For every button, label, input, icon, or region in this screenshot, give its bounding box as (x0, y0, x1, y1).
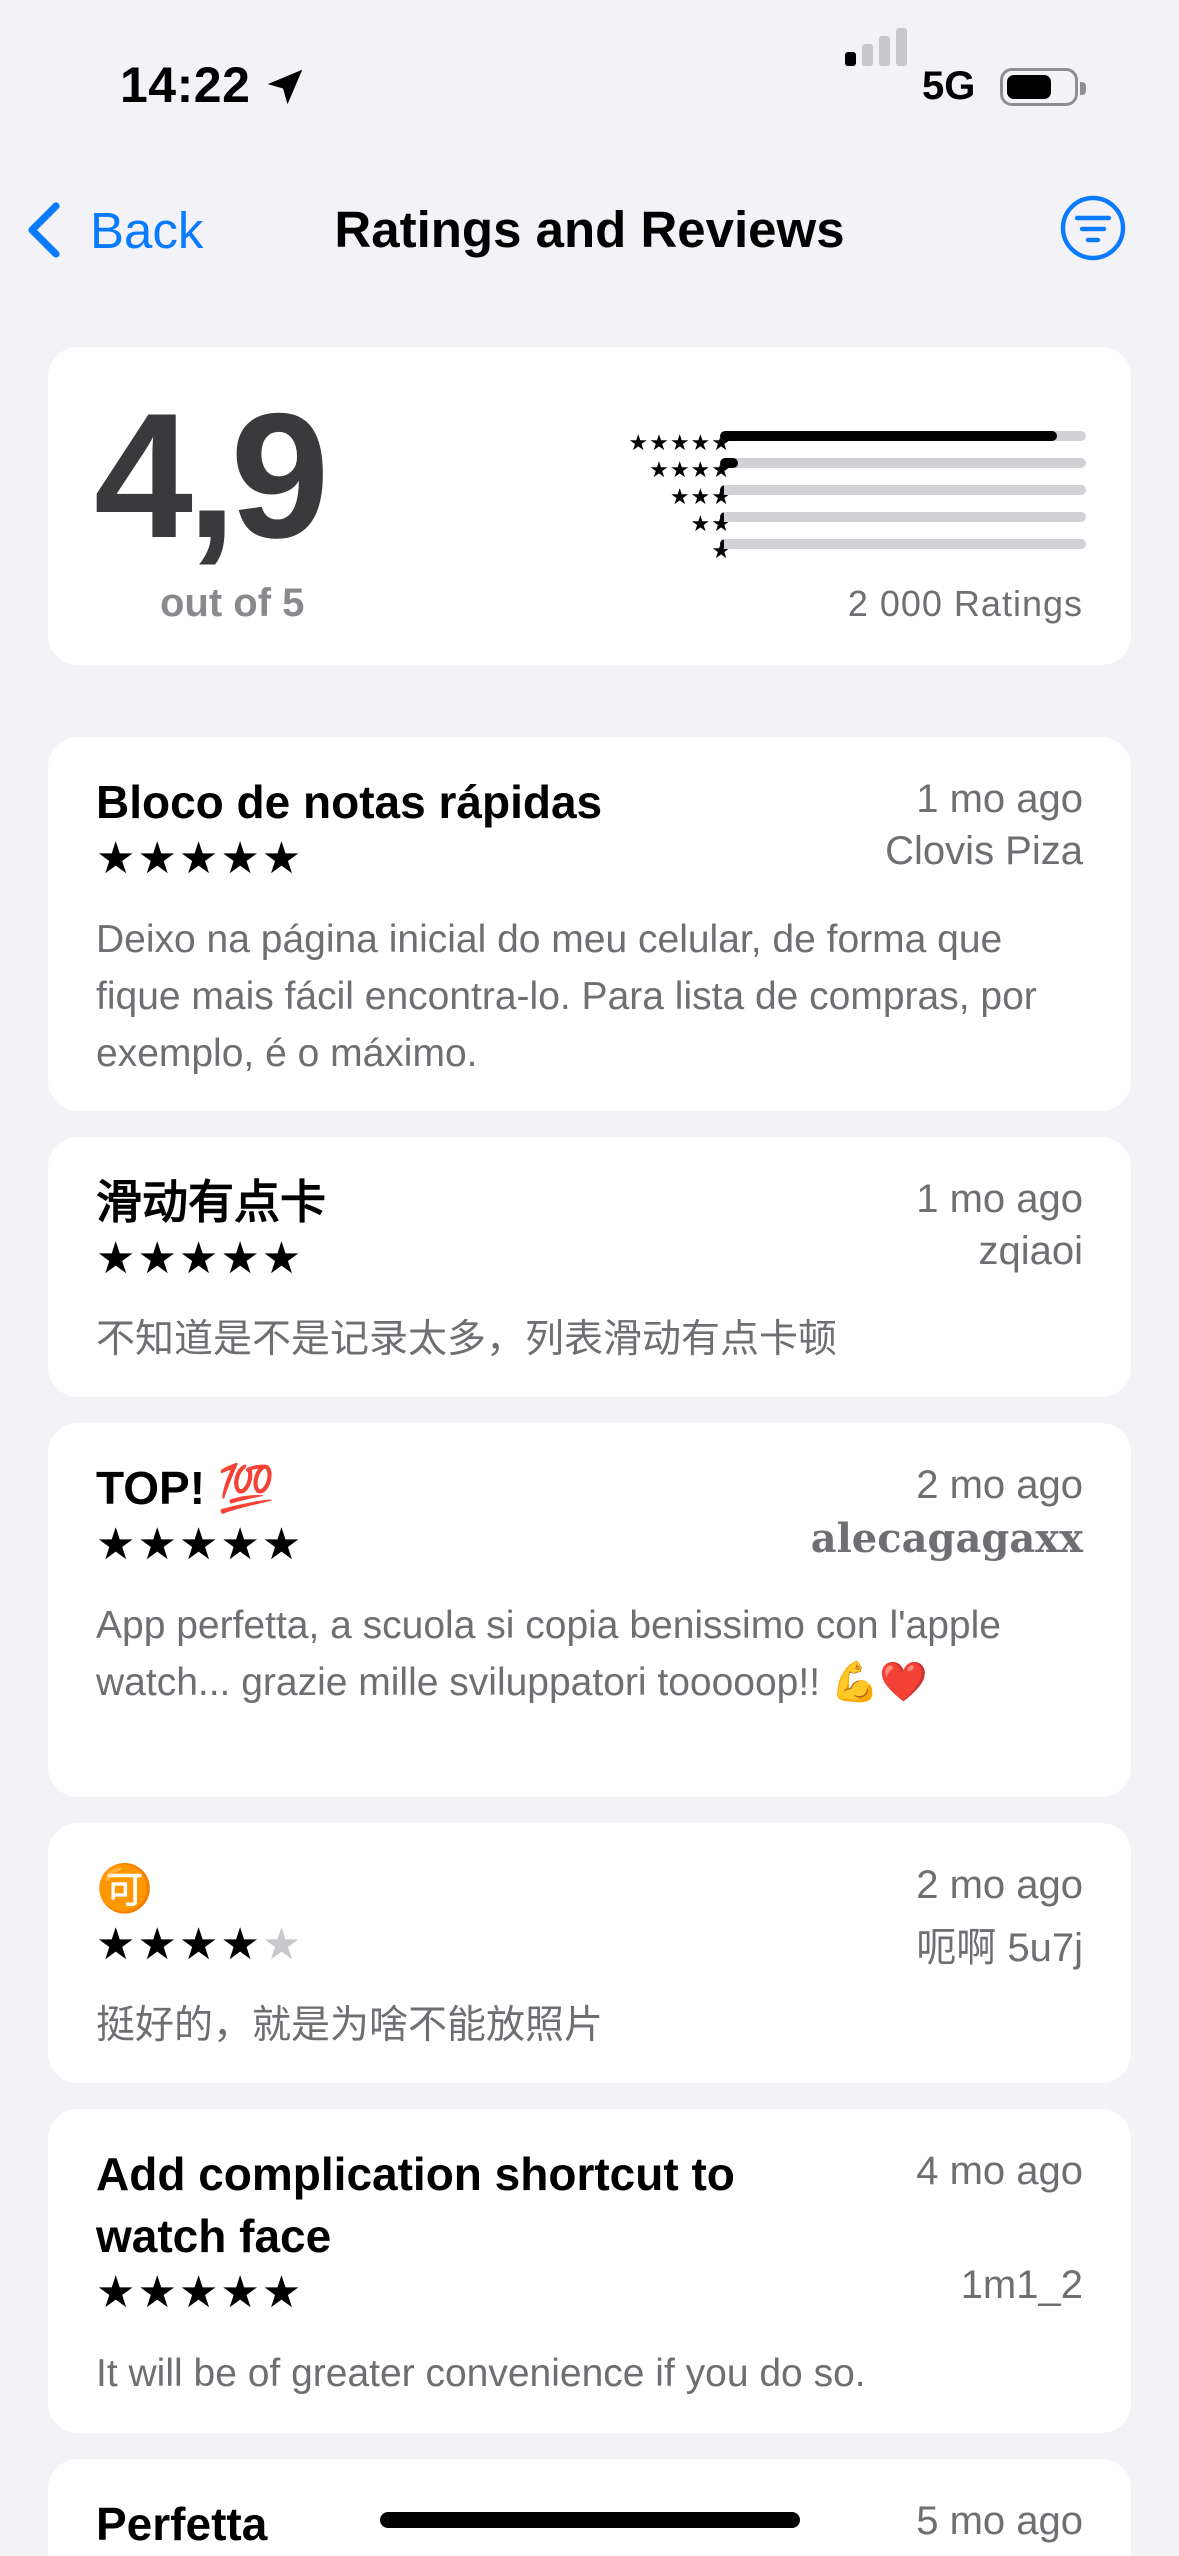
star-row-5: ★★★★★ (628, 430, 732, 455)
review-title: 🉑 (96, 1862, 154, 1914)
star-row-4: ★★★★ (649, 457, 732, 482)
network-type: 5G (922, 64, 976, 108)
review-author: zqiaoi (978, 1229, 1083, 1273)
rating-bar-2 (720, 512, 1086, 522)
review-card[interactable]: 滑动有点卡 1 mo ago zqiaoi ★★★★★ 不知道是不是记录太多，列… (48, 1137, 1131, 1397)
page-title: Ratings and Reviews (334, 201, 845, 258)
review-date: 5 mo ago (916, 2499, 1083, 2543)
navigation-bar: Back Ratings and Reviews (0, 170, 1179, 290)
ratings-reviews-screen: 14:22 5G Back Ratings and Reviews 4,9 ou… (0, 0, 1179, 2556)
rating-bar-3 (720, 485, 1086, 495)
review-card[interactable]: Bloco de notas rápidas 1 mo ago Clovis P… (48, 737, 1131, 1111)
review-date: 1 mo ago (916, 1177, 1083, 1221)
review-date: 4 mo ago (916, 2149, 1083, 2193)
status-bar: 14:22 5G (0, 0, 1179, 170)
home-indicator[interactable] (380, 2512, 800, 2528)
review-date: 1 mo ago (916, 777, 1083, 821)
star-row-3: ★★★ (669, 484, 732, 509)
review-stars: ★★★★★ (96, 834, 304, 883)
review-body: Deixo na página inicial do meu celular, … (96, 918, 1037, 1075)
review-title: Perfetta (96, 2498, 268, 2550)
review-card[interactable]: Perfetta 5 mo ago (48, 2459, 1131, 2556)
review-stars: ★★★★★ (96, 1234, 304, 1283)
rating-bar-5 (720, 431, 1086, 441)
out-of-label: out of 5 (160, 581, 305, 625)
review-body: 不知道是不是记录太多，列表滑动有点卡顿 (96, 1318, 838, 1361)
review-card[interactable]: TOP! 💯 2 mo ago alecagagaxx ★★★★★ App pe… (48, 1423, 1131, 1797)
review-author: 1m1_2 (960, 2263, 1083, 2307)
ratings-count: 2 000 Ratings (847, 583, 1083, 624)
review-date: 2 mo ago (916, 1863, 1083, 1907)
review-body: It will be of greater convenience if you… (96, 2352, 866, 2395)
location-arrow-icon (267, 69, 303, 105)
review-body: App perfetta, a scuola si copia benissim… (96, 1604, 1001, 1704)
ratings-summary-card: 4,9 out of 5 ★★★★★ ★★★★ ★★★ ★★ ★ 2 000 R… (48, 347, 1131, 665)
review-card[interactable]: 🉑 2 mo ago 呃啊 5u7j ★★★★★ 挺好的，就是为啥不能放照片 (48, 1823, 1131, 2083)
review-title: Bloco de notas rápidas (96, 776, 603, 828)
review-author: 呃啊 5u7j (916, 1926, 1083, 1970)
average-rating: 4,9 (94, 376, 329, 575)
review-stars: ★★★★★ (96, 2268, 304, 2317)
rating-bar-4 (720, 458, 1086, 468)
review-author: Clovis Piza (885, 829, 1083, 873)
review-card[interactable]: Add complication shortcut to watch face … (48, 2109, 1131, 2433)
rating-bar-1 (720, 539, 1086, 549)
review-author: alecagagaxx (810, 1515, 1083, 1562)
filter-circle-icon[interactable] (1059, 194, 1127, 262)
rating-star-labels: ★★★★★ ★★★★ ★★★ ★★ ★ (552, 429, 732, 564)
status-time: 14:22 (120, 57, 251, 113)
battery-icon (1000, 68, 1086, 106)
star-row-2: ★★ (690, 511, 732, 536)
review-title: 滑动有点卡 (96, 1176, 326, 1228)
rating-distribution-bars (720, 431, 1086, 566)
review-title: Add complication shortcut to watch face (96, 2148, 735, 2262)
review-title: TOP! 💯 (96, 1462, 276, 1514)
review-stars: ★★★★★ (96, 1920, 304, 1969)
review-stars: ★★★★★ (96, 1520, 304, 1569)
review-body: 挺好的，就是为啥不能放照片 (96, 2004, 604, 2047)
review-date: 2 mo ago (916, 1463, 1083, 1507)
star-row-1: ★ (711, 538, 732, 563)
